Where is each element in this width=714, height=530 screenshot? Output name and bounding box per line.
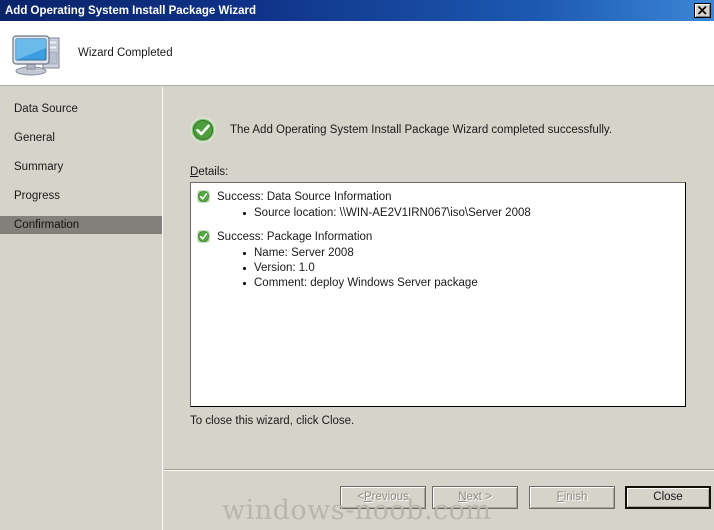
next-button-accesskey: N (458, 491, 467, 503)
wizard-header: Wizard Completed (0, 21, 714, 86)
success-check-icon (197, 230, 210, 243)
title-bar: Add Operating System Install Package Wiz… (0, 0, 714, 21)
detail-bullet-list: Name: Server 2008 Version: 1.0 Comment: … (197, 246, 679, 291)
details-label-rest: etails: (198, 166, 229, 178)
wizard-content-pane: The Add Operating System Install Package… (164, 87, 714, 530)
detail-group-data-source: Success: Data Source Information Source … (197, 190, 679, 221)
finish-button-rest: inish (563, 491, 588, 503)
sidebar-item-summary[interactable]: Summary (0, 158, 162, 176)
finish-button-accesskey: F (556, 491, 564, 503)
button-bar: < Previous Next > Finish Close (164, 482, 714, 512)
list-item: Version: 1.0 (243, 261, 679, 276)
detail-heading-text: Success: Data Source Information (217, 191, 392, 203)
window-title: Add Operating System Install Package Wiz… (5, 4, 257, 17)
list-item: Name: Server 2008 (243, 246, 679, 261)
previous-button-rest: revious (371, 491, 409, 503)
close-x-icon (697, 5, 707, 15)
detail-heading-row: Success: Package Information (197, 230, 679, 244)
previous-button-accesskey: P (363, 491, 372, 503)
detail-group-package: Success: Package Information Name: Serve… (197, 230, 679, 291)
completion-status-row: The Add Operating System Install Package… (190, 117, 612, 143)
close-button[interactable]: Close (625, 485, 711, 509)
next-button[interactable]: Next > (432, 485, 518, 509)
detail-bullet-list: Source location: \\WIN-AE2V1IRN067\iso\S… (197, 206, 679, 221)
list-item: Comment: deploy Windows Server package (243, 276, 679, 291)
sidebar-item-progress[interactable]: Progress (0, 187, 162, 205)
success-check-icon (190, 117, 216, 143)
detail-heading-text: Success: Package Information (217, 231, 373, 243)
wizard-step-list: Data Source General Summary Progress Con… (0, 87, 163, 530)
computer-monitor-icon (10, 28, 66, 78)
close-hint-text: To close this wizard, click Close. (190, 415, 355, 427)
wizard-step-title: Wizard Completed (78, 47, 173, 59)
sidebar-item-data-source[interactable]: Data Source (0, 100, 162, 118)
close-window-button[interactable] (694, 3, 711, 18)
footer-separator (164, 469, 714, 471)
previous-button[interactable]: < Previous (340, 485, 426, 509)
sidebar-item-confirmation[interactable]: Confirmation (0, 216, 162, 234)
details-listbox[interactable]: Success: Data Source Information Source … (190, 182, 686, 407)
detail-heading-row: Success: Data Source Information (197, 190, 679, 204)
wizard-window: Add Operating System Install Package Wiz… (0, 0, 714, 530)
previous-button-prefix: < (357, 491, 364, 503)
sidebar-item-general[interactable]: General (0, 129, 162, 147)
completion-status-text: The Add Operating System Install Package… (230, 124, 613, 136)
finish-button[interactable]: Finish (529, 485, 615, 509)
details-label: Details: (190, 166, 228, 178)
list-item: Source location: \\WIN-AE2V1IRN067\iso\S… (243, 206, 679, 221)
success-check-icon (197, 190, 210, 203)
next-button-rest: ext > (466, 491, 492, 503)
